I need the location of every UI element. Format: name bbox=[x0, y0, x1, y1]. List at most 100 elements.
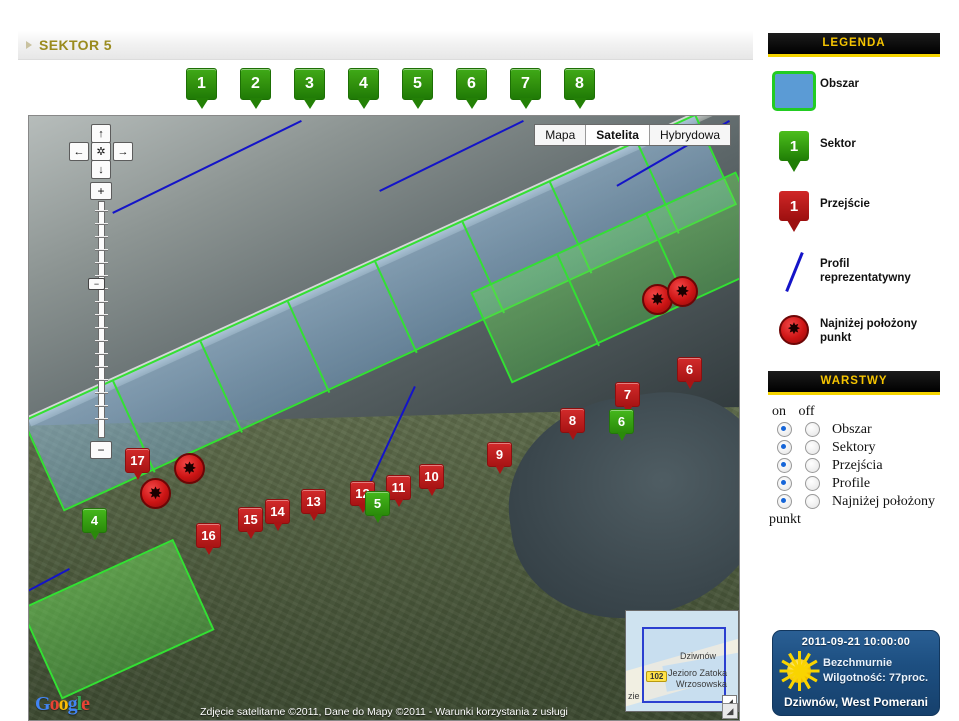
layer-radio-off[interactable] bbox=[805, 422, 820, 437]
zoom-tick bbox=[95, 262, 108, 263]
layer-radio-off[interactable] bbox=[805, 440, 820, 455]
map-type-mapa[interactable]: Mapa bbox=[535, 125, 587, 145]
triangle-right-icon bbox=[26, 41, 32, 49]
map-marker-sektor-6[interactable]: 6 bbox=[609, 409, 634, 441]
sector-button-4[interactable]: 4 bbox=[348, 68, 379, 109]
weather-widget: 2011-09-21 10:00:00 Bezchmurnie Wilgotno… bbox=[772, 630, 940, 716]
layer-radio-off[interactable] bbox=[805, 458, 820, 473]
map-marker-przejscie-10[interactable]: 10 bbox=[419, 464, 444, 496]
zoom-tick bbox=[95, 392, 108, 393]
map-marker-przejscie-16[interactable]: 16 bbox=[196, 523, 221, 555]
layer-radio-off[interactable] bbox=[805, 476, 820, 491]
blue-line-icon-glyph bbox=[784, 251, 804, 293]
map-zoom-control[interactable]: + − − bbox=[88, 182, 112, 459]
layer-radio-off[interactable] bbox=[805, 494, 820, 509]
map-marker-przejscie-14[interactable]: 14 bbox=[265, 499, 290, 531]
layer-row-najniżej: Najniżej położony bbox=[768, 494, 940, 509]
map-marker-przejscie-8[interactable]: 8 bbox=[560, 408, 585, 440]
red-marker-icon-glyph: 1 bbox=[779, 191, 809, 232]
zoom-tick bbox=[95, 314, 108, 315]
pan-left-icon[interactable]: ← bbox=[69, 142, 89, 161]
weather-text: Bezchmurnie Wilgotność: 77proc. bbox=[819, 656, 928, 686]
zoom-tick bbox=[95, 223, 108, 224]
lowest-point-marker[interactable]: ✸ bbox=[174, 453, 205, 484]
sector-button-5[interactable]: 5 bbox=[402, 68, 433, 109]
sector-button-8[interactable]: 8 bbox=[564, 68, 595, 109]
zoom-tick bbox=[95, 340, 108, 341]
pan-down-icon[interactable]: ↓ bbox=[91, 160, 111, 179]
column-off-label: off bbox=[798, 404, 815, 419]
layers-panel: WARSTWY on off Obszar Sektory Przejścia Pro… bbox=[768, 371, 940, 528]
layer-radio-on[interactable] bbox=[777, 476, 792, 491]
sun-icon bbox=[779, 651, 820, 691]
map-type-satelita[interactable]: Satelita bbox=[586, 125, 650, 145]
pan-center-icon[interactable]: ✲ bbox=[91, 142, 111, 161]
legend-header: LEGENDA bbox=[768, 33, 940, 57]
map-viewport[interactable]: 6 7 8 9 10 11 12 13 14 15 16 17 4 5 6 ✸ ✸ ✸ ✸ ↑ ← ✲ → ↓ + … bbox=[28, 115, 740, 721]
map-type-hybrydowa[interactable]: Hybrydowa bbox=[649, 125, 730, 145]
minimap-label-zie: zie bbox=[628, 691, 640, 701]
zoom-tick bbox=[95, 210, 108, 211]
minimap-label-dziwnow: Dziwnów bbox=[680, 651, 717, 661]
map-attribution[interactable]: Zdjęcie satelitarne ©2011, Dane do Mapy … bbox=[29, 706, 739, 718]
sector-button-7[interactable]: 7 bbox=[510, 68, 541, 109]
layer-label: Najniżej położony bbox=[832, 494, 936, 509]
zoom-slider-track[interactable] bbox=[95, 201, 108, 438]
blue-line-icon bbox=[768, 251, 820, 293]
zoom-in-button[interactable]: + bbox=[90, 182, 112, 200]
layer-radio-on[interactable] bbox=[777, 458, 792, 473]
area-swatch-icon bbox=[768, 71, 820, 113]
layer-row-obszar: Obszar bbox=[768, 422, 940, 437]
layer-radio-on[interactable] bbox=[777, 422, 792, 437]
map-canvas[interactable]: 6 7 8 9 10 11 12 13 14 15 16 17 4 5 6 ✸ ✸ ✸ ✸ ↑ ← ✲ → ↓ + … bbox=[29, 116, 739, 720]
map-marker-przejscie-7[interactable]: 7 bbox=[615, 382, 640, 414]
legend-label: Obszar bbox=[820, 78, 859, 90]
map-type-switcher[interactable]: Mapa Satelita Hybrydowa bbox=[534, 124, 731, 146]
lowest-point-marker[interactable]: ✸ bbox=[667, 276, 698, 307]
right-panel: LEGENDA Obszar 1 Sektor 1 Przejście Profil re… bbox=[768, 33, 940, 528]
layer-label: Obszar bbox=[832, 422, 872, 437]
weather-humidity: Wilgotność: 77proc. bbox=[823, 672, 929, 684]
weather-datetime: 2011-09-21 10:00:00 bbox=[801, 636, 911, 648]
legend-label: Sektor bbox=[820, 138, 856, 150]
pan-right-icon[interactable]: → bbox=[113, 142, 133, 161]
map-marker-przejscie-17[interactable]: 17 bbox=[125, 448, 150, 480]
map-marker-przejscie-6[interactable]: 6 bbox=[677, 357, 702, 389]
map-marker-sektor-5[interactable]: 5 bbox=[365, 491, 390, 523]
map-marker-przejscie-15[interactable]: 15 bbox=[238, 507, 263, 539]
lowest-point-marker[interactable]: ✸ bbox=[140, 478, 171, 509]
sector-button-1[interactable]: 1 bbox=[186, 68, 217, 109]
zoom-tick bbox=[95, 327, 108, 328]
layers-column-headers: on off bbox=[770, 404, 940, 420]
layer-radio-on[interactable] bbox=[777, 440, 792, 455]
sector-button-3[interactable]: 3 bbox=[294, 68, 325, 109]
sector-divider bbox=[374, 261, 418, 354]
area-swatch-icon-glyph bbox=[772, 71, 816, 111]
pan-up-icon[interactable]: ↑ bbox=[91, 124, 111, 143]
minimap[interactable]: Dziwnów Jezioro Zatoka Wrzosowska zie 10… bbox=[625, 610, 739, 712]
sector-button-2[interactable]: 2 bbox=[240, 68, 271, 109]
map-marker-przejscie-9[interactable]: 9 bbox=[487, 442, 512, 474]
weather-city: Dziwnów, West Pomerani bbox=[783, 695, 929, 709]
layer-radio-on[interactable] bbox=[777, 494, 792, 509]
layers-header: WARSTWY bbox=[768, 371, 940, 395]
zoom-out-button[interactable]: − bbox=[90, 441, 112, 459]
red-marker-icon: 1 bbox=[768, 191, 820, 233]
layer-label: Sektory bbox=[832, 440, 876, 455]
red-star-badge-icon: ✸ bbox=[768, 311, 820, 353]
map-marker-sektor-4[interactable]: 4 bbox=[82, 508, 107, 540]
map-pan-control[interactable]: ↑ ← ✲ → ↓ bbox=[69, 124, 133, 179]
map-resize-corner[interactable]: ◢ bbox=[722, 703, 738, 719]
zoom-slider-thumb[interactable]: − bbox=[88, 278, 105, 290]
weather-condition: Bezchmurnie bbox=[823, 657, 893, 669]
minimap-road-badge: 102 bbox=[646, 671, 668, 682]
sector-button-6[interactable]: 6 bbox=[456, 68, 487, 109]
weather-body: Bezchmurnie Wilgotność: 77proc. bbox=[773, 651, 939, 691]
minimap-viewport-box[interactable] bbox=[642, 627, 726, 703]
zoom-tick bbox=[95, 236, 108, 237]
attribution-text[interactable]: Zdjęcie satelitarne ©2011, Dane do Mapy … bbox=[200, 706, 568, 718]
map-marker-przejscie-13[interactable]: 13 bbox=[301, 489, 326, 521]
zoom-tick bbox=[95, 366, 108, 367]
legend-row-przejście: 1 Przejście bbox=[768, 191, 940, 233]
legend-row-obszar: Obszar bbox=[768, 71, 940, 113]
